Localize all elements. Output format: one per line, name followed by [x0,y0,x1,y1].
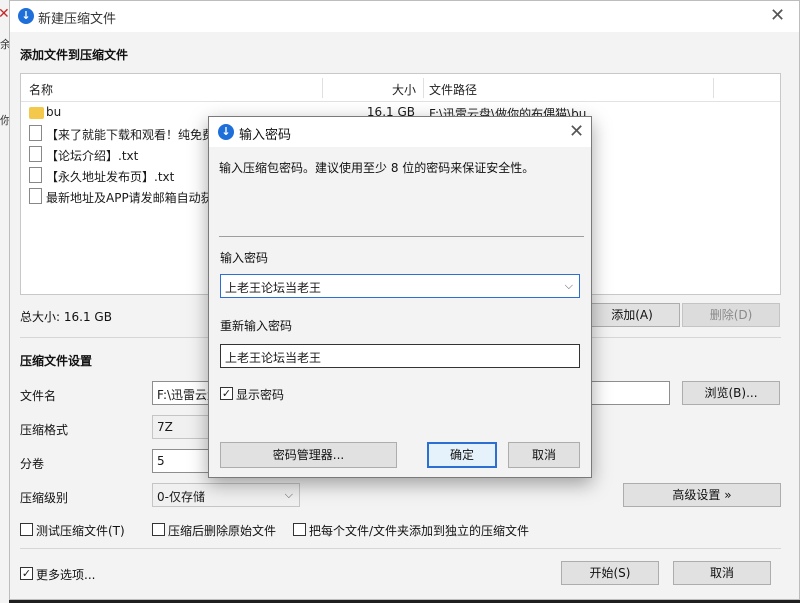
total-size: 总大小: 16.1 GB [20,310,112,324]
dialog-titlebar: ↓ 输入密码 ✕ [209,117,591,147]
level-label: 压缩级别 [20,491,69,505]
separate-archives-checkbox[interactable] [293,523,306,536]
app-logo-icon: ↓ [18,8,34,24]
cancel-button[interactable]: 取消 [673,561,771,585]
check-icon: ✓ [221,387,232,400]
test-archive-label: 测试压缩文件(T) [36,524,125,538]
test-archive-checkbox[interactable] [20,523,33,536]
file-icon [29,167,42,183]
file-name: 最新地址及APP请发邮箱自动获 [46,191,213,205]
show-password-label: 显示密码 [236,388,285,402]
reenter-password-input[interactable]: 上老王论坛当老王 [220,344,580,368]
dialog-divider [219,236,584,237]
level-select[interactable]: 0-仅存储 ⌵ [152,483,300,507]
file-list-header: 名称 大小 文件路径 [21,74,780,102]
section-divider [20,548,781,549]
file-name: 【论坛介绍】.txt [46,149,139,163]
separate-archives-label: 把每个文件/文件夹添加到独立的压缩文件 [309,524,530,538]
password-value: 上老王论坛当老王 [225,281,322,295]
dialog-description: 输入压缩包密码。建议使用至少 8 位的密码来保证安全性。 [219,161,535,175]
password-dialog: ↓ 输入密码 ✕ 输入压缩包密码。建议使用至少 8 位的密码来保证安全性。 输入… [208,116,592,478]
dialog-cancel-button[interactable]: 取消 [508,442,580,468]
settings-heading: 压缩文件设置 [20,354,93,368]
column-header-name[interactable]: 名称 [29,81,53,98]
column-header-size[interactable]: 大小 [392,81,416,98]
password-manager-button[interactable]: 密码管理器... [220,442,397,468]
delete-source-label: 压缩后删除原始文件 [168,524,277,538]
column-separator[interactable] [713,78,714,98]
window-title: 新建压缩文件 [38,12,117,27]
app-logo-icon: ↓ [218,124,234,140]
add-button[interactable]: 添加(A) [584,303,680,327]
format-value: 7Z [157,420,173,434]
background-app-strip: ✕ 余 你 [0,0,11,603]
file-name: 【永久地址发布页】.txt [46,170,175,184]
file-name: bu [46,105,62,119]
add-files-heading: 添加文件到压缩文件 [20,48,129,62]
browse-button[interactable]: 浏览(B)... [682,381,780,405]
folder-icon [29,107,44,119]
titlebar: ↓ 新建压缩文件 ✕ [10,1,799,32]
file-icon [29,146,42,162]
volume-label: 分卷 [20,457,45,471]
close-icon[interactable]: ✕ [770,7,785,25]
delete-button[interactable]: 删除(D) [682,303,780,327]
filename-label: 文件名 [20,389,57,403]
file-name: 【来了就能下载和观看！纯免费 [46,128,215,142]
column-header-path[interactable]: 文件路径 [429,81,477,98]
password-label: 输入密码 [220,251,269,265]
file-icon [29,125,42,141]
start-button[interactable]: 开始(S) [561,561,659,585]
close-icon[interactable]: ✕ [569,123,584,141]
password-input[interactable]: 上老王论坛当老王 ⌵ [220,274,580,298]
column-separator[interactable] [423,78,424,98]
ok-button[interactable]: 确定 [427,442,497,468]
file-icon [29,188,42,204]
delete-source-checkbox[interactable] [152,523,165,536]
chevron-down-icon[interactable]: ⌵ [565,279,573,293]
format-label: 压缩格式 [20,423,69,437]
dialog-title: 输入密码 [239,128,292,143]
column-separator[interactable] [322,78,323,98]
level-value: 0-仅存储 [157,490,205,504]
more-options-checkbox[interactable]: ✓ [20,567,33,580]
more-options-label: 更多选项... [36,568,96,582]
advanced-settings-button[interactable]: 高级设置 » [623,483,781,507]
show-password-checkbox[interactable]: ✓ [220,387,233,400]
reenter-password-label: 重新输入密码 [220,319,293,333]
check-icon: ✓ [21,567,32,580]
chevron-down-icon: ⌵ [284,488,293,501]
